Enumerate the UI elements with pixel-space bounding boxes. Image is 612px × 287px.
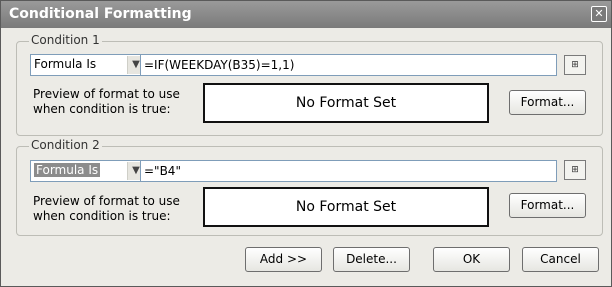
collapse-dialog-icon[interactable]: ⊞ xyxy=(564,160,586,180)
conditional-formatting-dialog: Conditional Formatting ✕ Condition 1 For… xyxy=(0,0,612,287)
condition-1-formula-input[interactable]: =IF(WEEKDAY(B35)=1,1) xyxy=(140,54,557,76)
add-button[interactable]: Add >> xyxy=(245,247,322,272)
condition-1-preview-label-2: when condition is true: xyxy=(33,102,171,116)
cancel-button[interactable]: Cancel xyxy=(522,247,599,272)
collapse-dialog-icon[interactable]: ⊞ xyxy=(564,55,586,75)
close-icon[interactable]: ✕ xyxy=(591,6,607,22)
condition-2-type-select[interactable]: Formula Is ▼ xyxy=(30,160,146,182)
condition-2-legend: Condition 2 xyxy=(29,138,102,152)
condition-1-preview-label-1: Preview of format to use xyxy=(33,87,180,101)
condition-2-preview-box: No Format Set xyxy=(203,187,489,227)
title-bar: Conditional Formatting ✕ xyxy=(1,1,611,28)
condition-2-preview-label-2: when condition is true: xyxy=(33,209,171,223)
condition-1-preview-box: No Format Set xyxy=(203,83,489,123)
condition-2-type-value: Formula Is xyxy=(34,163,101,177)
delete-button[interactable]: Delete... xyxy=(333,247,410,272)
condition-1-format-button[interactable]: Format... xyxy=(509,90,586,115)
condition-1-type-select[interactable]: Formula Is ▼ xyxy=(30,54,146,76)
condition-2-format-button[interactable]: Format... xyxy=(509,193,586,218)
window-title: Conditional Formatting xyxy=(9,6,192,22)
condition-1-legend: Condition 1 xyxy=(29,33,102,47)
condition-2-formula-input[interactable]: ="B4" xyxy=(140,160,557,182)
condition-1-type-value: Formula Is xyxy=(34,57,97,71)
ok-button[interactable]: OK xyxy=(433,247,510,272)
condition-2-preview-label-1: Preview of format to use xyxy=(33,194,180,208)
